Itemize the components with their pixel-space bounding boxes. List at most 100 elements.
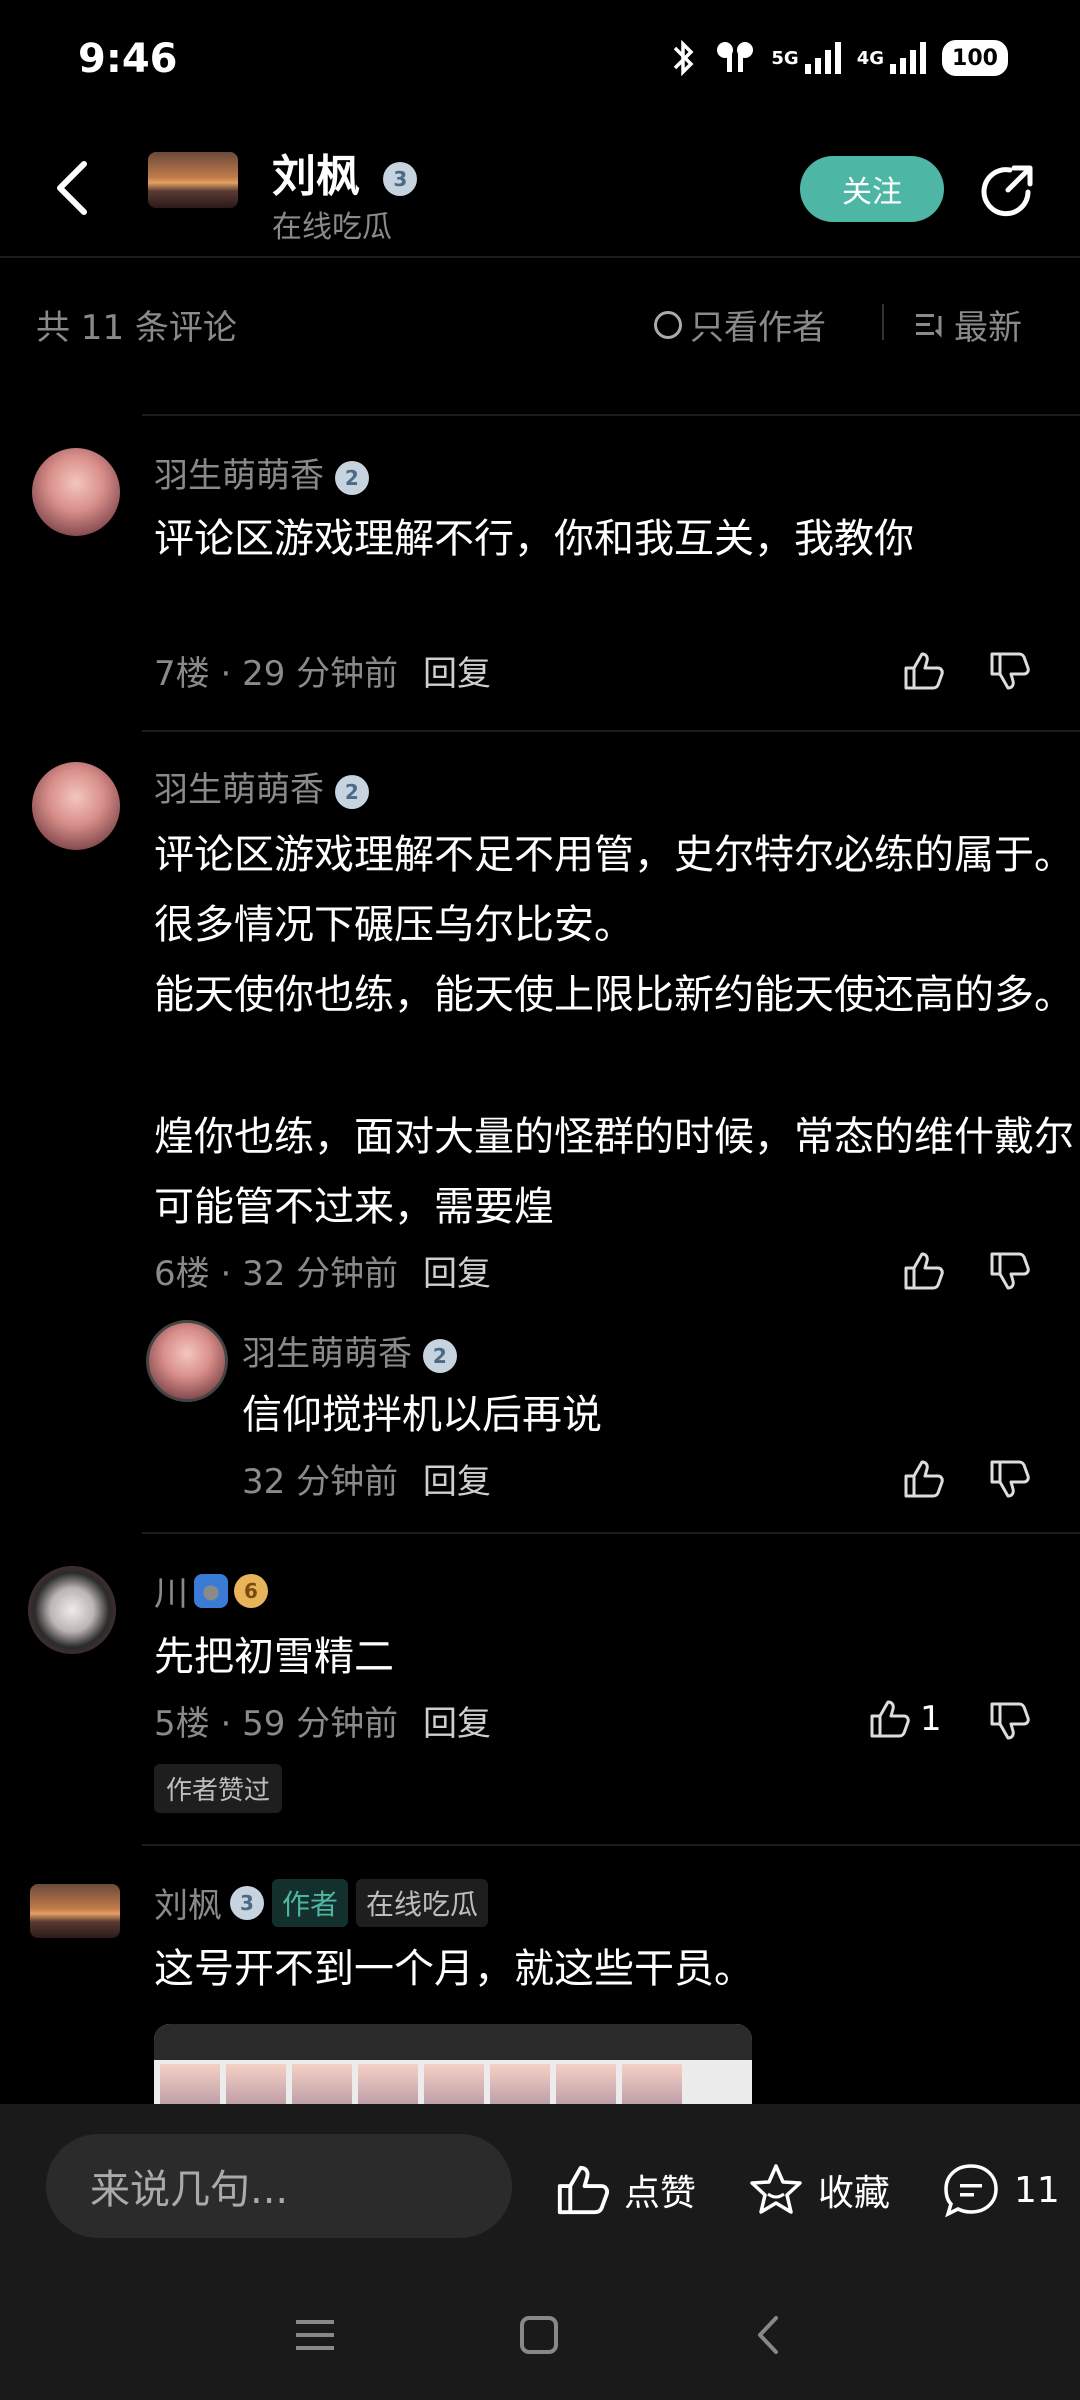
comments-button[interactable]: 11 bbox=[940, 2160, 1060, 2220]
author-liked-tag: 作者赞过 bbox=[154, 1764, 283, 1813]
comment-username: 川 bbox=[154, 1574, 188, 1614]
reply-button[interactable]: 回复 bbox=[423, 1704, 491, 1744]
dislike-icon[interactable] bbox=[986, 1456, 1032, 1502]
radio-circle-icon bbox=[654, 310, 682, 339]
earbuds-icon bbox=[717, 42, 754, 72]
author-avatar[interactable] bbox=[148, 152, 238, 208]
network-5g-label: 5G bbox=[771, 47, 799, 69]
avatar[interactable] bbox=[28, 1566, 116, 1654]
sort-icon bbox=[916, 313, 942, 338]
comment-text-paragraph: 评论区游戏理解不足不用管，史尔特尔必练的属于。很多情况下碾压乌尔比安。 bbox=[154, 832, 1074, 948]
comment-user-row[interactable]: 川 ● 6 bbox=[154, 1566, 268, 1615]
comment-username: 羽生萌萌香 bbox=[154, 770, 324, 810]
bluetooth-icon bbox=[674, 39, 694, 77]
operator-card bbox=[160, 2064, 220, 2104]
like-icon[interactable] bbox=[900, 1248, 946, 1294]
time-label: 59 分钟前 bbox=[242, 1704, 399, 1744]
share-icon[interactable] bbox=[980, 162, 1036, 218]
reply-button[interactable]: 回复 bbox=[423, 1462, 491, 1502]
reply-button[interactable]: 回复 bbox=[423, 1254, 491, 1294]
author-tag: 作者 bbox=[272, 1878, 349, 1927]
comment-count-label: 11 bbox=[1014, 2169, 1060, 2211]
level-badge-icon: 3 bbox=[383, 162, 418, 196]
status-icons: 5G 4G 100 bbox=[669, 38, 1008, 78]
comment-image[interactable] bbox=[154, 2024, 752, 2104]
reply-user-row[interactable]: 羽生萌萌香 2 bbox=[242, 1326, 457, 1375]
comment-meta: 5楼 · 59 分钟前 回复 bbox=[154, 1704, 491, 1744]
back-nav-icon[interactable] bbox=[744, 2310, 794, 2360]
like-label: 点赞 bbox=[624, 2173, 697, 2214]
comment-user-row[interactable]: 羽生萌萌香 2 bbox=[154, 762, 369, 811]
floor-label: 5楼 bbox=[154, 1704, 210, 1744]
gamepad-badge-icon: ● bbox=[194, 1573, 228, 1608]
menu-icon[interactable] bbox=[290, 2310, 340, 2360]
floor-label: 6楼 bbox=[154, 1254, 210, 1294]
level-badge-icon: 2 bbox=[334, 460, 369, 495]
dislike-icon[interactable] bbox=[986, 648, 1032, 694]
dislike-icon[interactable] bbox=[986, 1698, 1032, 1744]
comment-divider bbox=[142, 1532, 1080, 1534]
comment-user-row[interactable]: 刘枫 3 作者 在线吃瓜 bbox=[154, 1878, 489, 1927]
comment-meta: 7楼 · 29 分钟前 回复 bbox=[154, 654, 491, 694]
network-4g-label: 4G bbox=[856, 47, 884, 69]
filter-separator bbox=[882, 304, 884, 340]
favorite-label: 收藏 bbox=[818, 2173, 891, 2214]
like-button[interactable]: 1 bbox=[866, 1696, 942, 1742]
comment-text: 这号开不到一个月，就这些干员。 bbox=[154, 1946, 754, 1992]
comment-text: 评论区游戏理解不行，你和我互关，我教你 bbox=[154, 516, 914, 562]
comment-user-row[interactable]: 羽生萌萌香 2 bbox=[154, 448, 369, 497]
comment-count: 共 11 条评论 bbox=[36, 308, 237, 348]
comment-icon bbox=[944, 2164, 998, 2218]
like-icon[interactable] bbox=[900, 1456, 946, 1502]
level-badge-icon: 6 bbox=[234, 1573, 268, 1608]
author-subtitle: 在线吃瓜 bbox=[272, 210, 392, 245]
header-divider bbox=[0, 256, 1080, 258]
home-icon[interactable] bbox=[514, 2310, 564, 2360]
signal-icon-1 bbox=[804, 42, 841, 74]
operator-card bbox=[358, 2064, 418, 2104]
sort-latest-button[interactable]: 最新 bbox=[914, 300, 1022, 349]
level-badge-icon: 2 bbox=[422, 1338, 457, 1373]
comment-username: 刘枫 bbox=[154, 1886, 222, 1926]
comment-input[interactable]: 来说几句... bbox=[46, 2134, 512, 2238]
avatar[interactable] bbox=[32, 762, 120, 850]
operator-card bbox=[556, 2064, 616, 2104]
level-badge-icon: 3 bbox=[230, 1885, 264, 1920]
author-name-row[interactable]: 刘枫 3 bbox=[272, 140, 418, 204]
operator-card bbox=[490, 2064, 550, 2104]
operator-card bbox=[226, 2064, 286, 2104]
like-icon[interactable] bbox=[900, 648, 946, 694]
star-icon bbox=[750, 2164, 802, 2214]
comment-meta: 6楼 · 32 分钟前 回复 bbox=[154, 1254, 491, 1294]
sort-label: 最新 bbox=[954, 308, 1022, 348]
author-name: 刘枫 bbox=[272, 151, 360, 202]
favorite-button[interactable]: 收藏 bbox=[746, 2160, 890, 2220]
reply-button[interactable]: 回复 bbox=[423, 654, 491, 694]
avatar[interactable] bbox=[32, 448, 120, 536]
level-badge-icon: 2 bbox=[334, 774, 369, 809]
title-tag: 在线吃瓜 bbox=[356, 1878, 489, 1927]
image-top-bar bbox=[154, 2024, 752, 2060]
comment-text-paragraph: 能天使你也练，能天使上限比新约能天使还高的多。 bbox=[154, 972, 1074, 1018]
time-label: 32 分钟前 bbox=[242, 1462, 399, 1502]
dislike-icon[interactable] bbox=[986, 1248, 1032, 1294]
time-label: 29 分钟前 bbox=[242, 654, 399, 694]
avatar[interactable] bbox=[30, 1884, 120, 1938]
like-post-button[interactable]: 点赞 bbox=[552, 2160, 696, 2220]
back-button[interactable] bbox=[50, 158, 94, 218]
follow-button[interactable]: 关注 bbox=[800, 156, 944, 222]
comment-text-paragraph: 煌你也练，面对大量的怪群的时候，常态的维什戴尔可能管不过来，需要煌 bbox=[154, 1114, 1074, 1230]
reply-text: 信仰搅拌机以后再说 bbox=[242, 1392, 602, 1438]
floor-label: 7楼 bbox=[154, 654, 210, 694]
list-divider bbox=[142, 414, 1080, 416]
only-author-toggle[interactable]: 只看作者 bbox=[654, 300, 826, 349]
battery-indicator: 100 bbox=[942, 40, 1008, 76]
operator-card bbox=[292, 2064, 352, 2104]
like-icon bbox=[870, 1700, 910, 1738]
operator-card bbox=[424, 2064, 484, 2104]
status-time: 9:46 bbox=[78, 36, 178, 82]
reply-meta: 32 分钟前 回复 bbox=[242, 1454, 491, 1503]
only-author-label: 只看作者 bbox=[690, 308, 826, 348]
comment-divider bbox=[142, 1844, 1080, 1846]
reply-avatar[interactable] bbox=[146, 1320, 228, 1402]
